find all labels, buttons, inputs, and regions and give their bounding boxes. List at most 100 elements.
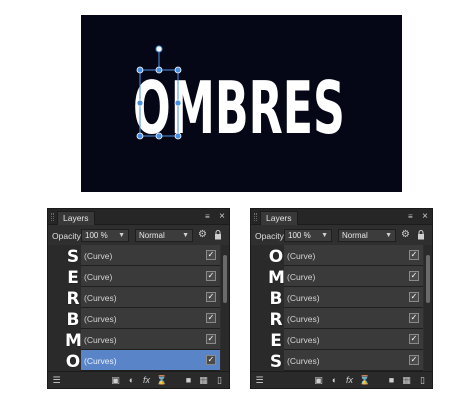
layers-panel-left: Layers ≡ × Opacity: 100 % ▼ Normal ▼ ⚙ (…: [47, 208, 230, 389]
layers-stack-icon[interactable]: ☰: [254, 375, 265, 386]
folder-icon[interactable]: ■: [183, 375, 194, 386]
letter-thumbnail: R: [66, 289, 80, 309]
layer-name: (Curve): [84, 272, 113, 282]
resize-handle-left[interactable]: [136, 99, 144, 107]
panel-bottom-toolbar: ☰ ▣ ◐ fx ⌛ ■ ▦ ▯: [251, 371, 432, 388]
mask-icon[interactable]: ▣: [313, 375, 324, 386]
hourglass-icon[interactable]: ⌛: [359, 375, 370, 386]
resize-handle-bottom-right[interactable]: [174, 132, 182, 140]
drag-grip-icon[interactable]: [254, 213, 257, 221]
layer-name: (Curves): [84, 293, 117, 303]
close-icon[interactable]: ×: [422, 211, 428, 222]
rotation-handle[interactable]: [155, 45, 163, 53]
letter-thumbnail: M: [65, 331, 82, 351]
layer-name: (Curves): [84, 356, 117, 366]
visibility-checkbox[interactable]: ✓: [206, 334, 216, 344]
fx-icon[interactable]: fx: [344, 375, 355, 386]
layer-name: (Curves): [287, 356, 320, 366]
layers-panel-right: Layers ≡ × Opacity: 100 % ▼ Normal ▼ ⚙ (…: [250, 208, 433, 389]
letter-thumbnail: M: [268, 268, 285, 288]
scrollbar[interactable]: [221, 245, 229, 371]
letter-thumbnail: B: [269, 289, 283, 309]
opacity-dropdown[interactable]: 100 % ▼: [81, 229, 129, 242]
letter-thumbnail: O: [65, 352, 81, 372]
layer-options-bar: Opacity: 100 % ▼ Normal ▼ ⚙: [251, 226, 432, 244]
chevron-down-icon: ▼: [321, 232, 328, 239]
resize-handle-top[interactable]: [155, 66, 163, 74]
blend-mode-dropdown[interactable]: Normal ▼: [135, 229, 193, 242]
chevron-down-icon: ▼: [118, 232, 125, 239]
mask-icon[interactable]: ▣: [110, 375, 121, 386]
lock-icon[interactable]: [214, 230, 222, 240]
letter-thumbnail: E: [270, 331, 282, 351]
visibility-checkbox[interactable]: ✓: [409, 313, 419, 323]
document-canvas[interactable]: OMBRES: [81, 15, 402, 192]
visibility-checkbox[interactable]: ✓: [409, 250, 419, 260]
adjustment-icon[interactable]: ◐: [329, 375, 340, 386]
menu-icon[interactable]: ≡: [408, 213, 416, 221]
grid-icon[interactable]: ▦: [401, 375, 412, 386]
grid-icon[interactable]: ▦: [198, 375, 209, 386]
gear-icon[interactable]: ⚙: [401, 230, 410, 240]
layer-name: (Curve): [287, 272, 316, 282]
layers-stack-icon[interactable]: ☰: [51, 375, 62, 386]
visibility-checkbox[interactable]: ✓: [206, 313, 216, 323]
letter-thumbnail: S: [66, 247, 80, 267]
trash-icon[interactable]: ▯: [214, 375, 225, 386]
resize-handle-top-left[interactable]: [136, 66, 144, 74]
letter-thumbnail: R: [269, 310, 283, 330]
lock-icon[interactable]: [417, 230, 425, 240]
tab-layers[interactable]: Layers: [260, 211, 298, 225]
opacity-label: Opacity:: [255, 231, 287, 241]
visibility-checkbox[interactable]: ✓: [206, 292, 216, 302]
scroll-thumb[interactable]: [223, 255, 227, 303]
layer-name: (Curve): [287, 251, 316, 261]
layer-name: (Curves): [84, 314, 117, 324]
chevron-down-icon: ▼: [385, 232, 392, 239]
opacity-label: Opacity:: [52, 231, 84, 241]
visibility-checkbox[interactable]: ✓: [206, 271, 216, 281]
close-icon[interactable]: ×: [219, 211, 225, 222]
canvas-text-ombres[interactable]: OMBRES: [133, 66, 345, 150]
layer-letter-thumbnails: O M B R E S: [268, 247, 285, 373]
chevron-down-icon: ▼: [182, 232, 189, 239]
layer-name: (Curve): [84, 251, 113, 261]
resize-handle-top-right[interactable]: [174, 66, 182, 74]
opacity-value: 100 %: [288, 231, 311, 240]
scrollbar[interactable]: [424, 245, 432, 371]
visibility-checkbox[interactable]: ✓: [206, 355, 216, 365]
layer-options-bar: Opacity: 100 % ▼ Normal ▼ ⚙: [48, 226, 229, 244]
menu-icon[interactable]: ≡: [205, 213, 213, 221]
opacity-value: 100 %: [85, 231, 108, 240]
visibility-checkbox[interactable]: ✓: [409, 334, 419, 344]
trash-icon[interactable]: ▯: [417, 375, 428, 386]
layer-letter-thumbnails: S E R B M O: [65, 247, 82, 373]
adjustment-icon[interactable]: ◐: [126, 375, 137, 386]
visibility-checkbox[interactable]: ✓: [206, 250, 216, 260]
drag-grip-icon[interactable]: [51, 213, 54, 221]
scroll-thumb[interactable]: [426, 255, 430, 303]
letter-thumbnail: S: [269, 352, 283, 372]
letter-thumbnail: E: [67, 268, 79, 288]
opacity-dropdown[interactable]: 100 % ▼: [284, 229, 332, 242]
panel-titlebar[interactable]: Layers ≡ ×: [48, 209, 229, 225]
visibility-checkbox[interactable]: ✓: [409, 355, 419, 365]
blend-mode-dropdown[interactable]: Normal ▼: [338, 229, 396, 242]
resize-handle-bottom-left[interactable]: [136, 132, 144, 140]
resize-handle-right[interactable]: [174, 99, 182, 107]
layer-name: (Curves): [287, 293, 320, 303]
layer-name: (Curves): [287, 314, 320, 324]
hourglass-icon[interactable]: ⌛: [156, 375, 167, 386]
visibility-checkbox[interactable]: ✓: [409, 292, 419, 302]
folder-icon[interactable]: ■: [386, 375, 397, 386]
tab-layers[interactable]: Layers: [57, 211, 95, 225]
visibility-checkbox[interactable]: ✓: [409, 271, 419, 281]
layer-name: (Curves): [287, 335, 320, 345]
canvas-artwork: OMBRES: [133, 45, 345, 150]
fx-icon[interactable]: fx: [141, 375, 152, 386]
gear-icon[interactable]: ⚙: [198, 230, 207, 240]
layer-name: (Curves): [84, 335, 117, 345]
panel-titlebar[interactable]: Layers ≡ ×: [251, 209, 432, 225]
resize-handle-bottom[interactable]: [155, 132, 163, 140]
blend-mode-value: Normal: [342, 231, 368, 240]
